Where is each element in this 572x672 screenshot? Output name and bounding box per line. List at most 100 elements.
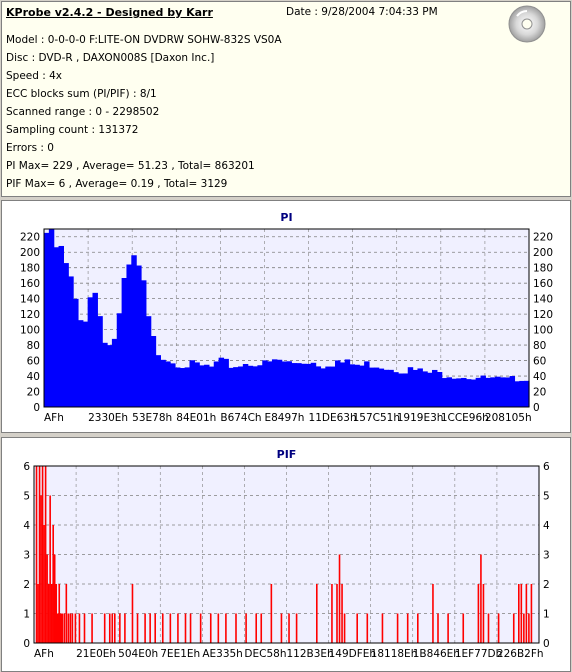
pif-bar — [136, 613, 139, 643]
pi-bar — [58, 245, 64, 407]
pif-bar — [396, 613, 399, 643]
pif-bar — [381, 613, 384, 643]
info-sampling-count: Sampling count : 131372 — [6, 124, 139, 136]
pif-bar — [336, 584, 338, 643]
pi-bar — [519, 380, 525, 407]
pi-bar — [44, 232, 50, 407]
pi-bar — [218, 357, 225, 407]
pi-bar — [165, 361, 171, 407]
pi-bar — [189, 360, 195, 407]
pi-bar — [291, 363, 297, 407]
y-tick-label-left: 5 — [23, 491, 30, 503]
y-tick-label-right: 2 — [543, 579, 550, 591]
pi-bar — [247, 365, 254, 407]
pi-bar — [208, 366, 215, 407]
pi-bar — [53, 247, 60, 407]
pi-bar — [150, 336, 157, 407]
pi-bar — [514, 381, 520, 407]
x-tick-label: E8497h — [264, 412, 304, 424]
pif-bar — [528, 613, 530, 643]
pif-bar — [63, 613, 66, 643]
x-tick-label: 208105h — [485, 412, 532, 424]
y-tick-label-right: 80 — [533, 340, 546, 352]
pi-bar — [126, 264, 132, 407]
pif-bar — [53, 554, 56, 643]
y-tick-label-right: 4 — [543, 520, 550, 532]
x-tick-label: 53E78h — [132, 412, 172, 424]
pif-bar — [417, 613, 419, 643]
pi-bar — [465, 379, 472, 407]
pif-bar — [131, 584, 134, 643]
pi-bar — [427, 372, 433, 407]
pi-bar — [495, 376, 501, 407]
y-tick-label-left: 6 — [23, 461, 30, 473]
pif-bar — [341, 584, 343, 643]
y-tick-label-right: 100 — [533, 325, 553, 337]
x-tick-label: 112B3Eh — [287, 648, 334, 660]
pi-bar — [359, 365, 365, 407]
pif-bar — [43, 525, 45, 643]
pi-bar — [252, 366, 258, 407]
pi-bar — [368, 367, 375, 407]
x-tick-label: AFh — [34, 648, 54, 660]
pi-bar — [402, 373, 409, 407]
pi-bar — [475, 377, 482, 407]
y-tick-label-right: 3 — [543, 550, 550, 562]
y-tick-label-right: 20 — [533, 387, 546, 399]
y-tick-label-left: 3 — [23, 550, 30, 562]
pi-chart: PI 0 0 20 20 40 40 60 60 80 80 100 100 120 120 140 140 16… — [20, 211, 553, 424]
pi-chart-panel: PI 0 0 20 20 40 40 60 60 80 80 100 100 120 120 140 140 16… — [1, 200, 571, 433]
pif-bar — [288, 613, 290, 643]
y-tick-label-left: 200 — [20, 247, 40, 259]
x-tick-label: 1EF77Dh — [455, 648, 502, 660]
pif-bar — [338, 554, 341, 643]
pi-bar — [170, 363, 176, 407]
pi-bar — [155, 355, 161, 407]
pif-bar — [280, 613, 283, 643]
pif-bar — [209, 613, 212, 643]
pi-bar — [470, 379, 477, 407]
pi-bar — [417, 368, 423, 407]
info-speed: Speed : 4x — [6, 70, 63, 82]
pif-bar — [149, 613, 151, 643]
pi-bar — [179, 368, 186, 407]
pi-bar — [121, 278, 128, 407]
y-tick-label-right: 5 — [543, 491, 550, 503]
pif-bar — [55, 584, 58, 643]
pif-bar — [447, 613, 449, 643]
pi-bar — [233, 367, 239, 407]
x-tick-label: 1CCE96h — [441, 412, 489, 424]
pif-bar — [523, 613, 525, 643]
pi-bar — [436, 371, 443, 407]
y-tick-label-left: 220 — [20, 232, 40, 244]
y-tick-label-right: 40 — [533, 371, 546, 383]
pi-bar — [141, 280, 147, 407]
pi-bar — [407, 367, 414, 407]
pi-bar — [286, 361, 292, 407]
pif-bar — [480, 554, 482, 643]
pi-bar — [388, 369, 394, 407]
pif-bar — [235, 613, 237, 643]
y-tick-label-left: 80 — [27, 340, 40, 352]
pi-bar — [393, 372, 399, 407]
pi-bar — [432, 369, 438, 407]
pi-bar — [276, 359, 283, 407]
pi-bar — [77, 320, 84, 407]
pi-bar — [87, 297, 94, 407]
pi-bar — [441, 378, 448, 407]
pi-bar — [335, 360, 341, 407]
y-tick-label-left: 20 — [27, 387, 40, 399]
pif-bar — [50, 584, 53, 643]
pif-bar — [199, 613, 202, 643]
y-tick-label-right: 200 — [533, 247, 553, 259]
pif-bar — [65, 584, 68, 643]
pi-bar — [136, 265, 142, 407]
x-tick-label: 226B2Fh — [497, 648, 544, 660]
pif-bar — [356, 613, 358, 643]
x-tick-label: 1B846Eh — [413, 648, 460, 660]
y-tick-label-right: 0 — [543, 638, 550, 650]
pi-bar — [344, 359, 351, 407]
pi-bar — [223, 358, 229, 407]
x-tick-label: 11DE63h — [309, 412, 357, 424]
pif-bar — [512, 613, 515, 643]
